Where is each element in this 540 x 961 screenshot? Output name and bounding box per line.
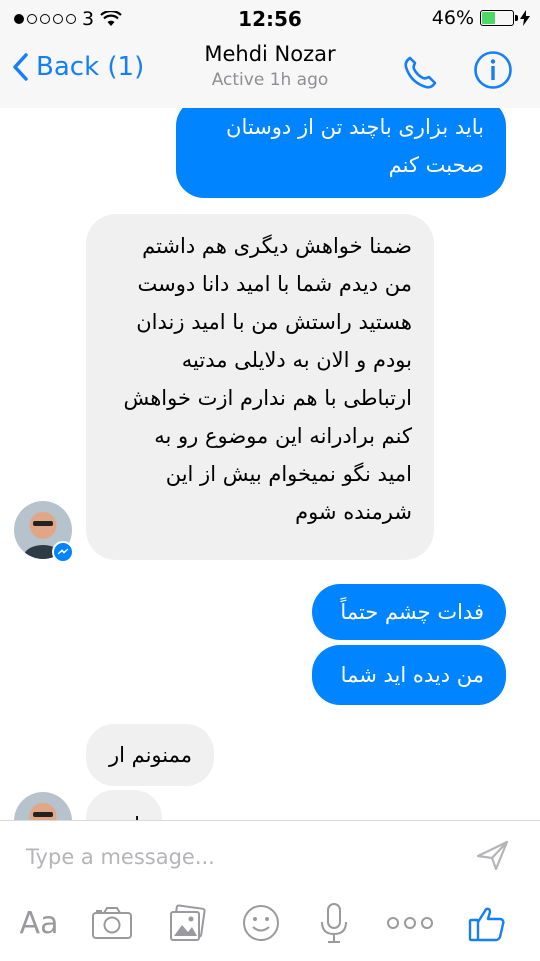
- like-button[interactable]: [464, 893, 510, 953]
- microphone-icon: [321, 903, 347, 943]
- call-button[interactable]: [398, 50, 442, 98]
- message-line: امید نگو نمیخوام بیش از این: [165, 462, 412, 486]
- message-line: صحبت کنم: [388, 153, 484, 177]
- text-tool-label: Aa: [19, 905, 59, 941]
- message-bubble-outgoing[interactable]: باید بزاری باچند تن از دوستان صحبت کنم: [176, 108, 506, 198]
- battery-status: 46%: [432, 7, 530, 29]
- message-line: شرمنده شوم: [295, 500, 412, 524]
- battery-icon: [480, 10, 518, 26]
- message-line: من دیدم شما با امید دانا دوست: [137, 272, 412, 296]
- battery-level: [482, 12, 496, 24]
- composer-toolbar: Aa: [0, 893, 540, 953]
- composer: Aa: [0, 820, 540, 961]
- camera-button[interactable]: [88, 893, 136, 953]
- message-bubble-outgoing[interactable]: من دیده اید شما: [312, 645, 506, 705]
- message-bubble-incoming[interactable]: ممنونم ار: [86, 724, 214, 786]
- send-button[interactable]: [476, 839, 510, 875]
- message-line: ازت: [104, 806, 140, 820]
- photo-gallery-icon: [170, 904, 206, 941]
- message-thread[interactable]: باید بزاری باچند تن از دوستان صحبت کنم ض…: [0, 108, 540, 820]
- emoji-button[interactable]: [238, 893, 284, 953]
- chevron-left-icon: [13, 53, 28, 81]
- message-line: باید بزاری باچند تن از دوستان: [226, 115, 484, 139]
- message-line: کنم برادرانه این موضوع رو به: [154, 424, 412, 448]
- back-button[interactable]: Back (1): [12, 52, 144, 82]
- message-bubble-outgoing[interactable]: فدات چشم حتماً: [312, 584, 506, 640]
- status-bar: 3 12:56 46%: [0, 0, 540, 36]
- like-icon: [468, 907, 505, 942]
- emoji-icon: [243, 905, 279, 941]
- back-label: Back (1): [36, 52, 145, 82]
- text-format-button[interactable]: Aa: [14, 893, 64, 953]
- phone-icon: [404, 56, 437, 89]
- message-line: ممنونم ار: [108, 743, 192, 767]
- send-icon: [476, 840, 509, 871]
- info-button[interactable]: [473, 50, 513, 94]
- gallery-button[interactable]: [164, 893, 210, 953]
- info-icon: [474, 51, 512, 89]
- avatar[interactable]: [14, 792, 72, 820]
- message-line: بودم و الان به دلایلی مدتیه: [181, 348, 412, 372]
- camera-icon: [92, 907, 132, 939]
- message-line: ارتباطی با هم ندارم ازت خواهش: [123, 386, 412, 410]
- message-line: فدات چشم حتماً: [340, 600, 484, 624]
- message-bubble-incoming[interactable]: ضمنا خواهش دیگری هم داشتم من دیدم شما با…: [86, 214, 434, 560]
- charging-bolt-icon: [520, 10, 530, 26]
- more-button[interactable]: [382, 893, 438, 953]
- more-icon: [387, 917, 433, 929]
- message-line: من دیده اید شما: [340, 663, 484, 687]
- battery-percent: 46%: [431, 7, 474, 29]
- message-line: هستید راستش من با امید زندان: [136, 310, 412, 334]
- message-line: ضمنا خواهش دیگری هم داشتم: [142, 234, 412, 258]
- message-input[interactable]: [14, 835, 488, 879]
- voice-button[interactable]: [312, 893, 356, 953]
- nav-bar: Back (1) Mehdi Nozar Active 1h ago: [0, 36, 540, 109]
- messenger-badge-icon: [52, 541, 74, 563]
- message-bubble-incoming[interactable]: ازت: [86, 790, 162, 820]
